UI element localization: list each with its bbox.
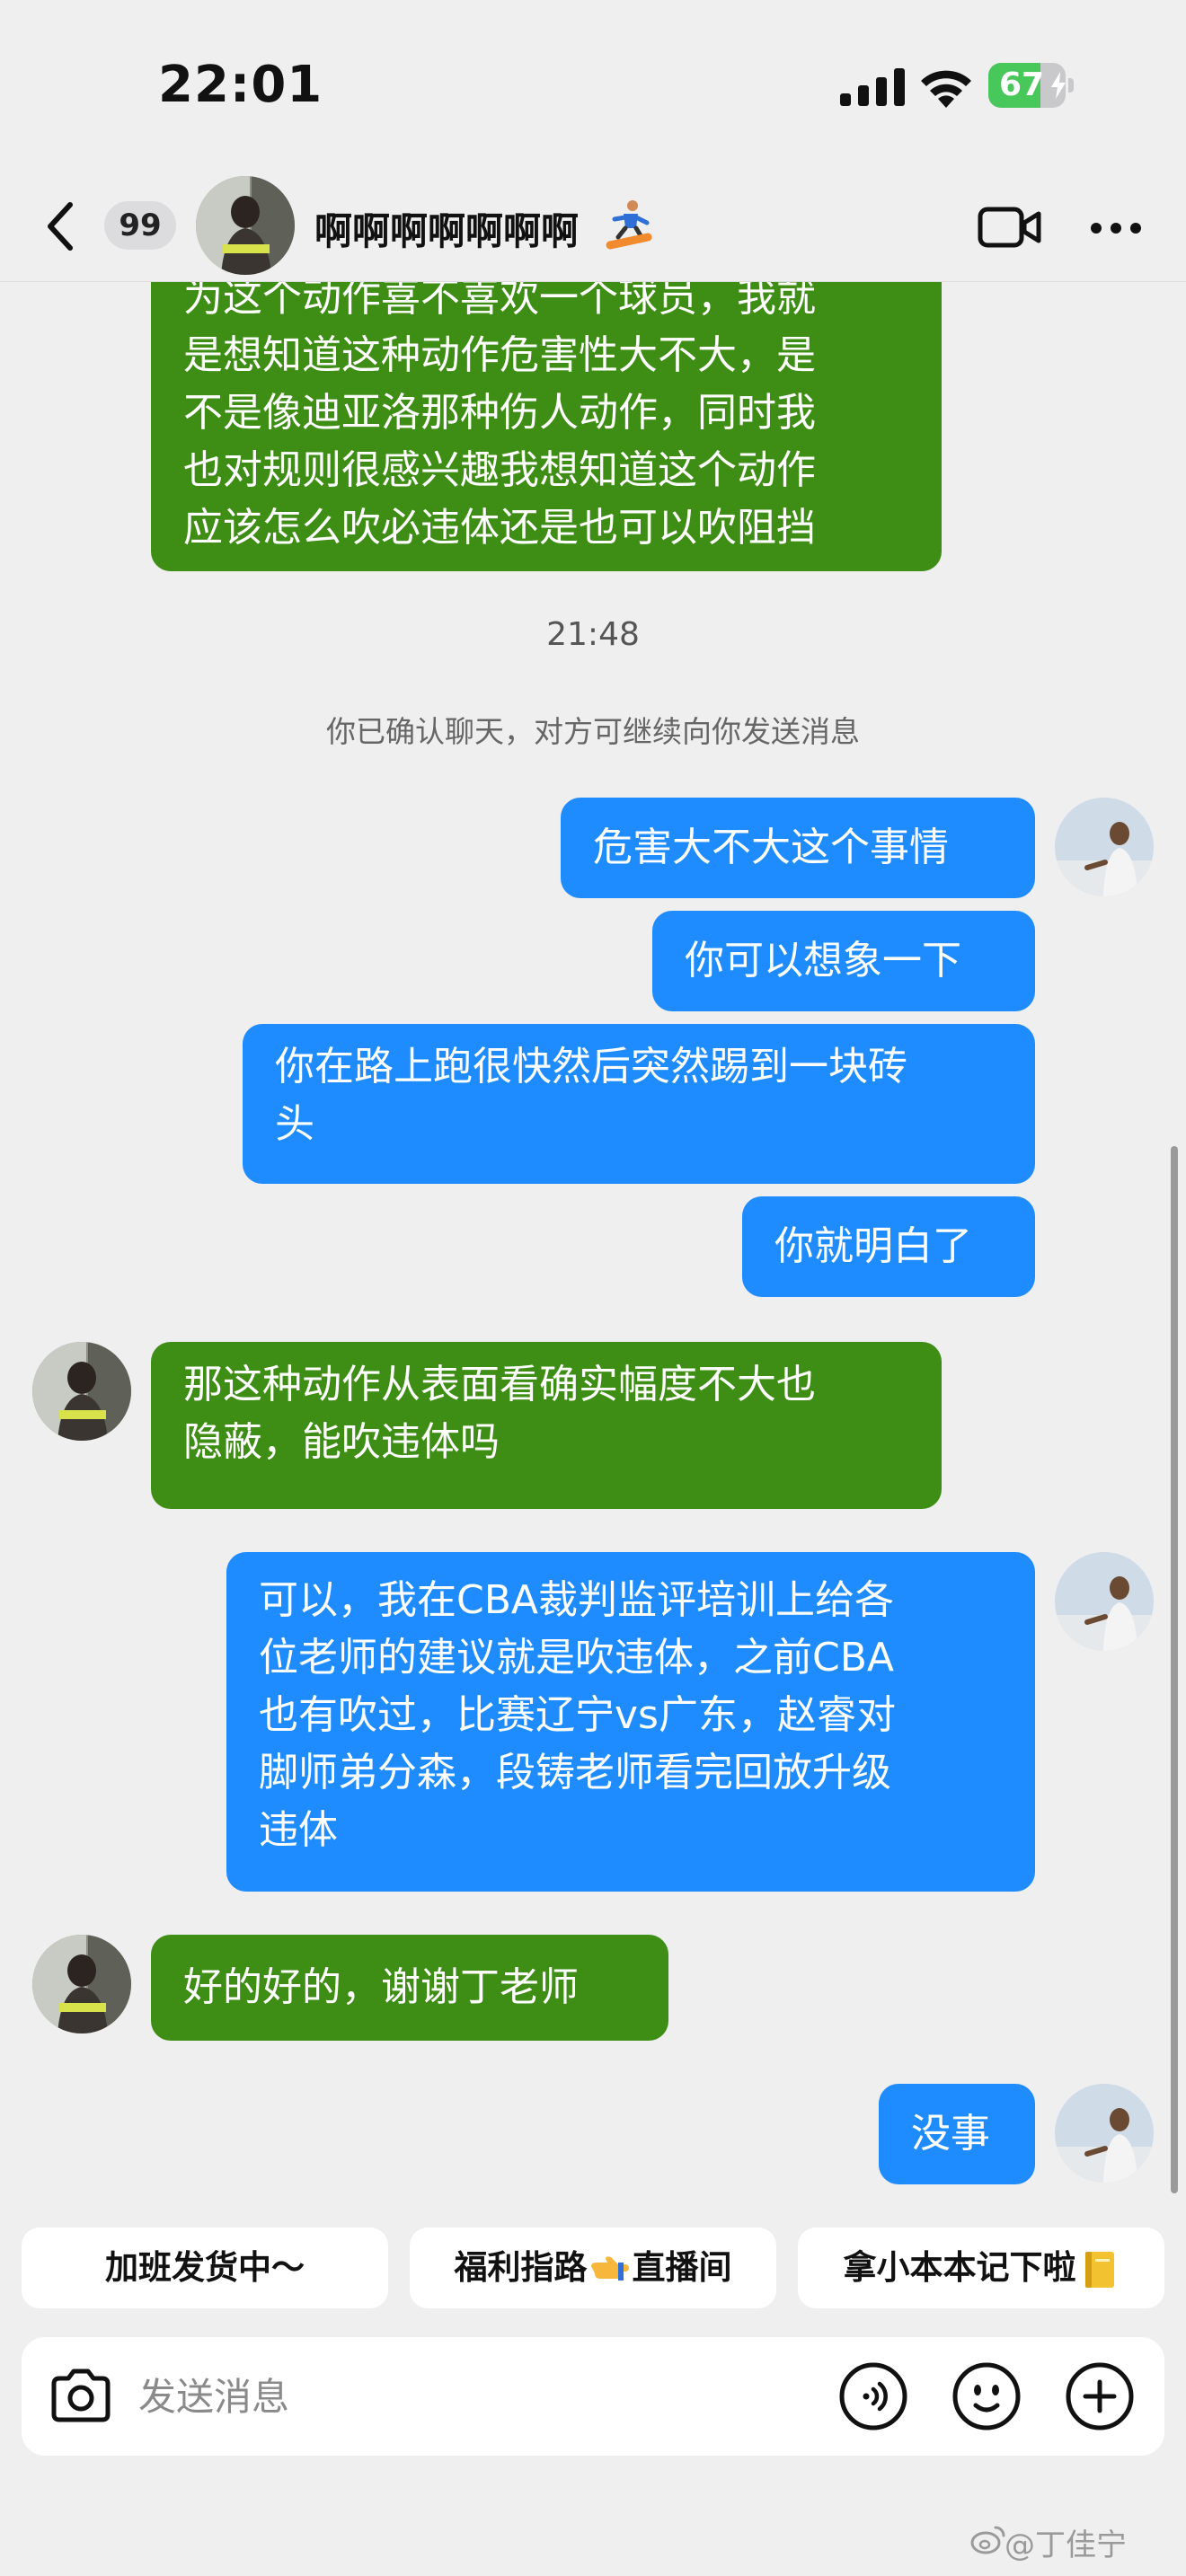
chat-area[interactable]: 为这个动作喜不喜欢一个球员，我就 是想知道这种动作危害性大不大，是 不是像迪亚洛… <box>0 282 1186 2222</box>
video-call-icon[interactable] <box>978 205 1042 250</box>
message-line: 没事 <box>911 2111 990 2157</box>
quick-reply-label: 拿小本本记下啦 <box>843 2248 1076 2287</box>
quick-replies: 加班发货中～ 福利指路 直播间 拿小本本记下啦 <box>0 2228 1186 2312</box>
message-timestamp: 21:48 <box>546 616 640 653</box>
message-line: 为这个动作喜不喜欢一个球员，我就 <box>183 282 816 321</box>
message-line: 应该怎么吹必违体还是也可以吹阻挡 <box>183 505 816 551</box>
plus-icon[interactable] <box>1064 2360 1136 2432</box>
message-input-bar <box>22 2337 1164 2456</box>
contact-avatar-small[interactable] <box>32 1342 131 1441</box>
message-bubble-sent[interactable]: 危害大不大这个事情 <box>561 798 1035 898</box>
more-icon[interactable] <box>1089 221 1143 235</box>
unread-badge[interactable]: 99 <box>104 201 176 250</box>
message-line: 你就明白了 <box>774 1223 972 1269</box>
message-line: 隐蔽，能吹违体吗 <box>183 1419 500 1465</box>
emoji-icon[interactable] <box>951 2360 1022 2432</box>
system-note: 你已确认聊天，对方可继续向你发送消息 <box>326 714 860 749</box>
message-bubble-sent[interactable]: 可以，我在CBA裁判监评培训上给各 位老师的建议就是吹违体，之前CBA 也有吹过… <box>226 1552 1035 1892</box>
message-line: 脚师弟分森，段铸老师看完回放升级 <box>259 1750 891 1795</box>
message-line: 不是像迪亚洛那种伤人动作，同时我 <box>183 390 816 436</box>
message-line: 你可以想象一下 <box>685 938 961 984</box>
quick-reply-label: 福利指路 <box>454 2248 588 2287</box>
message-bubble-received[interactable]: 那这种动作从表面看确实幅度不大也 隐蔽，能吹违体吗 <box>151 1342 942 1509</box>
wifi-icon <box>921 70 971 108</box>
message-bubble-sent[interactable]: 你可以想象一下 <box>652 911 1035 1011</box>
voice-icon[interactable] <box>837 2360 909 2432</box>
battery-cap <box>1068 78 1074 93</box>
status-bar: 22:01 67 <box>0 0 1186 171</box>
message-line: 危害大不大这个事情 <box>593 825 949 870</box>
message-line: 违体 <box>259 1807 338 1853</box>
quick-reply-label: 加班发货中～ <box>105 2248 305 2287</box>
message-bubble-sent[interactable]: 没事 <box>879 2084 1035 2184</box>
contact-avatar[interactable] <box>196 176 295 275</box>
snowboard-icon <box>606 200 652 250</box>
message-bubble-received[interactable]: 好的好的，谢谢丁老师 <box>151 1935 668 2041</box>
message-line: 位老师的建议就是吹违体，之前CBA <box>259 1635 895 1681</box>
signal-icon <box>840 68 905 106</box>
contact-avatar-small[interactable] <box>32 1935 131 2033</box>
charging-bolt-icon <box>1051 72 1066 99</box>
message-bubble-received[interactable]: 为这个动作喜不喜欢一个球员，我就 是想知道这种动作危害性大不大，是 不是像迪亚洛… <box>151 282 942 571</box>
message-input[interactable] <box>138 2364 821 2429</box>
scrollbar[interactable] <box>1171 1146 1178 2193</box>
message-bubble-sent[interactable]: 你就明白了 <box>742 1196 1035 1297</box>
message-line: 头 <box>275 1101 314 1147</box>
watermark: @丁佳宁 <box>1005 2527 1127 2563</box>
my-avatar[interactable] <box>1055 2084 1154 2183</box>
message-line: 你在路上跑很快然后突然踢到一块砖 <box>275 1044 907 1090</box>
quick-reply-label: 直播间 <box>632 2248 732 2287</box>
message-line: 那这种动作从表面看确实幅度不大也 <box>183 1362 816 1407</box>
contact-name: 啊啊啊啊啊啊啊 <box>314 209 580 253</box>
my-avatar[interactable] <box>1055 798 1154 896</box>
quick-reply-0[interactable]: 加班发货中～ <box>22 2228 388 2308</box>
message-line: 好的好的，谢谢丁老师 <box>183 1964 579 2010</box>
message-line: 是想知道这种动作危害性大不大，是 <box>183 332 816 378</box>
back-icon[interactable] <box>40 199 84 253</box>
message-bubble-sent[interactable]: 你在路上跑很快然后突然踢到一块砖 头 <box>243 1024 1035 1184</box>
camera-icon[interactable] <box>47 2362 115 2430</box>
quick-reply-2[interactable]: 拿小本本记下啦 <box>798 2228 1164 2308</box>
weibo-icon <box>970 2526 1005 2554</box>
pointing-hand-icon <box>590 2255 629 2280</box>
quick-reply-1[interactable]: 福利指路 直播间 <box>410 2228 776 2308</box>
message-line: 也对规则很感兴趣我想知道这个动作 <box>183 447 816 493</box>
message-line: 也有吹过，比赛辽宁vs广东，赵睿对 <box>259 1692 896 1738</box>
chat-header: 99 啊啊啊啊啊啊啊 <box>0 171 1186 282</box>
battery-percent: 67 <box>998 66 1045 103</box>
status-time: 22:01 <box>158 56 323 114</box>
battery-icon: 67 <box>988 63 1075 108</box>
message-line: 可以，我在CBA裁判监评培训上给各 <box>259 1577 895 1623</box>
notebook-icon <box>1084 2251 1114 2288</box>
my-avatar[interactable] <box>1055 1552 1154 1651</box>
